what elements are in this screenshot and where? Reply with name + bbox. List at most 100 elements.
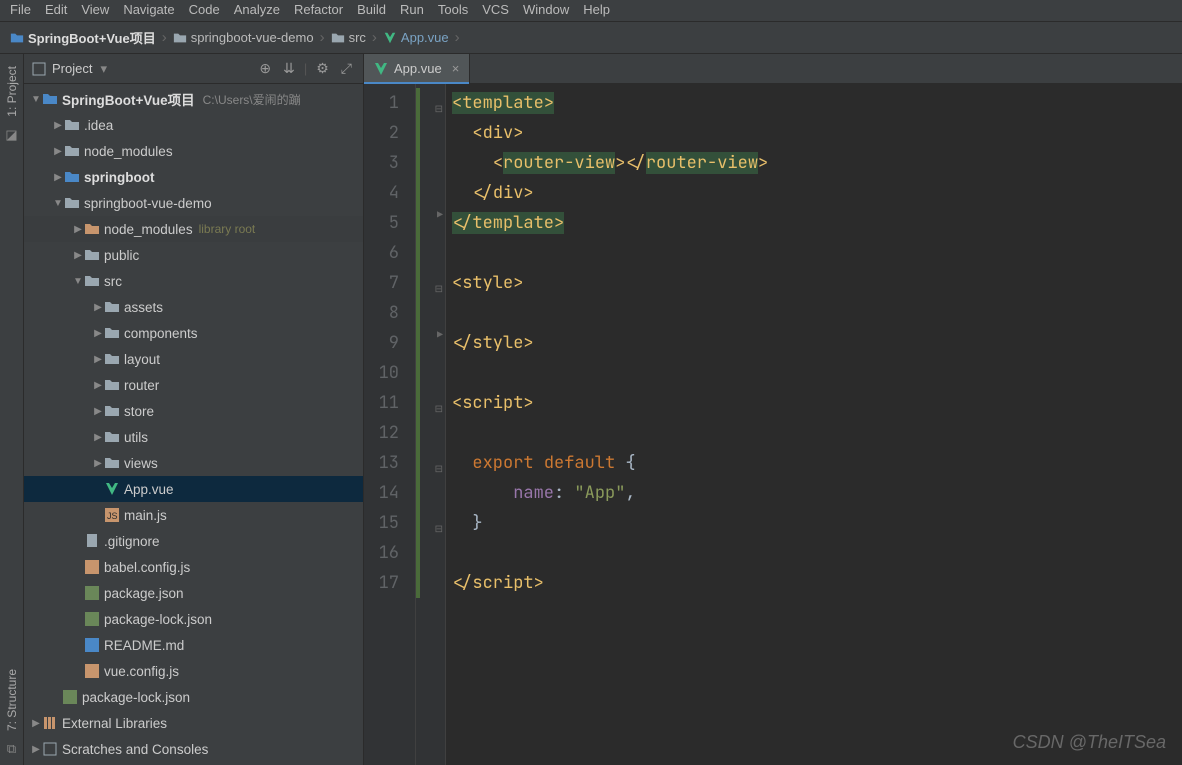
library-icon xyxy=(84,221,100,237)
tree-item-svd-nm[interactable]: ▶node_moduleslibrary root xyxy=(24,216,363,242)
folder-icon xyxy=(331,31,345,45)
left-toolbar: 1: Project ◪ 7: Structure ⧉ xyxy=(0,54,24,765)
chevron-down-icon[interactable]: ▾ xyxy=(100,61,107,77)
folder-icon xyxy=(104,429,120,445)
code-area[interactable]: 1234567891011121314151617 ⊟ ▶ ⊟ ▶ ⊟ ⊟ ⊟ … xyxy=(364,84,1182,765)
menu-navigate[interactable]: Navigate xyxy=(123,2,174,17)
bookmark-icon[interactable]: ◪ xyxy=(5,127,17,143)
project-panel: Project ▾ ⊕ ⇊ | ⚙ ⤢ ▼SpringBoot+Vue项目C:\… xyxy=(24,54,364,765)
vue-icon xyxy=(104,481,120,497)
editor: App.vue × 1234567891011121314151617 ⊟ ▶ … xyxy=(364,54,1182,765)
md-icon xyxy=(84,637,100,653)
tree-item-springboot[interactable]: ▶springboot xyxy=(24,164,363,190)
tree-item-pkgjson[interactable]: package.json xyxy=(24,580,363,606)
folder-icon xyxy=(84,273,100,289)
folder-icon xyxy=(42,91,58,107)
file-icon xyxy=(84,533,100,549)
svg-text:JS: JS xyxy=(107,511,118,521)
tree-item-pkglock2[interactable]: package-lock.json xyxy=(24,684,363,710)
gear-icon[interactable]: ⚙ xyxy=(313,60,332,77)
tree-item-mainjs[interactable]: JSmain.js xyxy=(24,502,363,528)
tree-item-gitignore[interactable]: .gitignore xyxy=(24,528,363,554)
folder-icon xyxy=(104,377,120,393)
folder-icon xyxy=(173,31,187,45)
tree-item-utils[interactable]: ▶utils xyxy=(24,424,363,450)
json-icon xyxy=(84,611,100,627)
js-icon xyxy=(84,559,100,575)
tool-structure[interactable]: 7: Structure xyxy=(5,669,19,731)
menu-vcs[interactable]: VCS xyxy=(482,2,509,17)
tree-item-store[interactable]: ▶store xyxy=(24,398,363,424)
library-icon xyxy=(42,715,58,731)
menu-view[interactable]: View xyxy=(81,2,109,17)
collapse-icon[interactable]: ⇊ xyxy=(280,60,298,77)
folder-icon xyxy=(64,143,80,159)
tool-project[interactable]: 1: Project xyxy=(5,66,19,117)
breadcrumb: SpringBoot+Vue项目 › springboot-vue-demo ›… xyxy=(0,22,1182,54)
tree-item-components[interactable]: ▶components xyxy=(24,320,363,346)
hide-icon[interactable]: ⤢ xyxy=(338,60,355,77)
menu-window[interactable]: Window xyxy=(523,2,569,17)
breadcrumb-project[interactable]: SpringBoot+Vue项目 xyxy=(10,28,156,47)
code-content[interactable]: <template> <div> <router-view></router-v… xyxy=(446,84,1182,765)
menu-build[interactable]: Build xyxy=(357,2,386,17)
folder-icon xyxy=(84,247,100,263)
tree-item-layout[interactable]: ▶layout xyxy=(24,346,363,372)
vue-icon xyxy=(383,31,397,45)
tree-item-assets[interactable]: ▶assets xyxy=(24,294,363,320)
json-icon xyxy=(84,585,100,601)
folder-icon xyxy=(104,299,120,315)
tree-external-libs[interactable]: ▶External Libraries xyxy=(24,710,363,736)
folder-icon xyxy=(10,31,24,45)
tree-item-router[interactable]: ▶router xyxy=(24,372,363,398)
breadcrumb-src[interactable]: src xyxy=(331,30,366,45)
tree-scratches[interactable]: ▶Scratches and Consoles xyxy=(24,736,363,762)
js-icon: JS xyxy=(104,507,120,523)
menu-refactor[interactable]: Refactor xyxy=(294,2,343,17)
tree-item-svd[interactable]: ▼springboot-vue-demo xyxy=(24,190,363,216)
menu-analyze[interactable]: Analyze xyxy=(234,2,280,17)
menu-tools[interactable]: Tools xyxy=(438,2,468,17)
tab-appvue[interactable]: App.vue × xyxy=(364,54,470,83)
scratches-icon xyxy=(42,741,58,757)
js-icon xyxy=(84,663,100,679)
json-icon xyxy=(62,689,78,705)
tree-item-appvue[interactable]: App.vue xyxy=(24,476,363,502)
chevron-right-icon: › xyxy=(162,29,167,46)
tree-item-readme[interactable]: README.md xyxy=(24,632,363,658)
tree-item-nodemodules[interactable]: ▶node_modules xyxy=(24,138,363,164)
folder-icon xyxy=(64,117,80,133)
tree-root[interactable]: ▼SpringBoot+Vue项目C:\Users\爱闹的蹦 xyxy=(24,86,363,112)
menu-code[interactable]: Code xyxy=(189,2,220,17)
folder-icon xyxy=(104,403,120,419)
panel-header: Project ▾ ⊕ ⇊ | ⚙ ⤢ xyxy=(24,54,363,84)
chevron-right-icon: › xyxy=(455,29,460,46)
editor-tabs: App.vue × xyxy=(364,54,1182,84)
breadcrumb-module[interactable]: springboot-vue-demo xyxy=(173,30,314,45)
tree-item-pkglock[interactable]: package-lock.json xyxy=(24,606,363,632)
structure-icon[interactable]: ⧉ xyxy=(7,741,16,757)
close-icon[interactable]: × xyxy=(452,61,460,76)
panel-title[interactable]: Project xyxy=(52,61,92,76)
tree-item-views[interactable]: ▶views xyxy=(24,450,363,476)
menubar: File Edit View Navigate Code Analyze Ref… xyxy=(0,0,1182,22)
menu-run[interactable]: Run xyxy=(400,2,424,17)
vue-icon xyxy=(374,62,388,76)
folder-icon xyxy=(104,455,120,471)
tree-item-src[interactable]: ▼src xyxy=(24,268,363,294)
breadcrumb-file[interactable]: App.vue xyxy=(383,30,449,45)
chevron-right-icon: › xyxy=(372,29,377,46)
line-gutter: 1234567891011121314151617 xyxy=(364,84,416,765)
folder-icon xyxy=(64,169,80,185)
menu-file[interactable]: File xyxy=(10,2,31,17)
fold-gutter: ⊟ ▶ ⊟ ▶ ⊟ ⊟ ⊟ xyxy=(416,84,446,765)
project-tree: ▼SpringBoot+Vue项目C:\Users\爱闹的蹦 ▶.idea ▶n… xyxy=(24,84,363,765)
menu-edit[interactable]: Edit xyxy=(45,2,67,17)
tree-item-babel[interactable]: babel.config.js xyxy=(24,554,363,580)
folder-icon xyxy=(104,351,120,367)
tree-item-vuecfg[interactable]: vue.config.js xyxy=(24,658,363,684)
menu-help[interactable]: Help xyxy=(583,2,610,17)
tree-item-public[interactable]: ▶public xyxy=(24,242,363,268)
locate-icon[interactable]: ⊕ xyxy=(256,60,274,77)
tree-item-idea[interactable]: ▶.idea xyxy=(24,112,363,138)
